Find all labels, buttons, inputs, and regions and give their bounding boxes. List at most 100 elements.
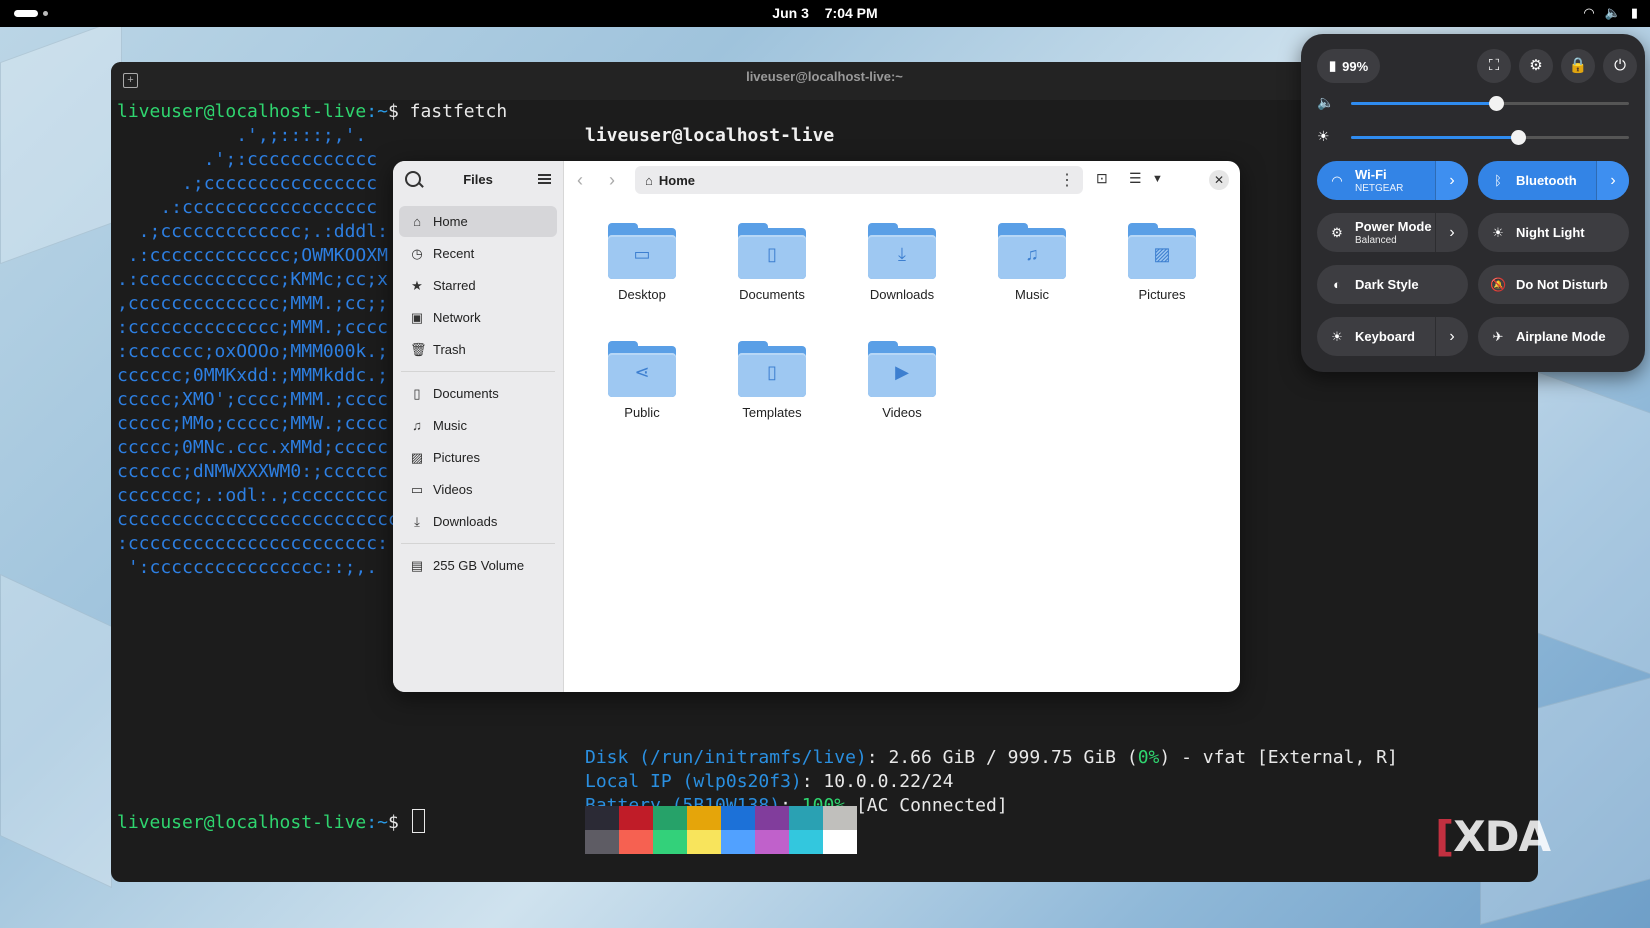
toggle-title: Night Light	[1516, 225, 1585, 240]
sidebar-item-videos[interactable]: ▭ Videos	[399, 474, 557, 505]
folder-item-public[interactable]: ⋖ Public	[577, 329, 707, 447]
color-swatch	[789, 830, 823, 854]
toggle-title: Wi-Fi	[1355, 167, 1387, 182]
color-swatch	[585, 806, 619, 830]
toggle-airplane-mode[interactable]: ✈ Airplane Mode	[1478, 317, 1629, 356]
xda-watermark-logo: [XDA	[1435, 812, 1551, 861]
folder-item-pictures[interactable]: ▨ Pictures	[1097, 211, 1227, 329]
chevron-down-icon[interactable]: ▼	[1152, 173, 1163, 185]
path-bar[interactable]: ⌂ Home ⋮	[635, 166, 1083, 194]
volume-icon: 🔈	[1604, 5, 1621, 20]
screenshot-button[interactable]: ⛶	[1477, 49, 1511, 83]
drive-icon: ▤	[410, 557, 424, 573]
close-button[interactable]: ✕	[1209, 170, 1229, 190]
sidebar-item-pictures[interactable]: ▨ Pictures	[399, 442, 557, 473]
color-swatch	[755, 830, 789, 854]
color-swatch	[619, 830, 653, 854]
ascii-line: ccccc;0MNc.ccc.xMMd;ccccc	[117, 437, 388, 458]
ascii-line: ,cccccccccccccc;MMM.;cc;;	[117, 293, 388, 314]
toggle-wi-fi[interactable]: ◠ Wi-Fi NETGEAR ›	[1317, 161, 1468, 200]
ascii-line: cccccc;dNMWXXXWM0:;cccccc	[117, 461, 388, 482]
sidebar-item-starred[interactable]: ★ Starred	[399, 270, 557, 301]
clock[interactable]: Jun 3 7:04 PM	[0, 5, 1650, 21]
sidebar-item-label: Network	[433, 310, 481, 325]
sidebar-item-network[interactable]: ▣ Network	[399, 302, 557, 333]
sidebar-item-music[interactable]: ♫ Music	[399, 410, 557, 441]
chevron-right-icon[interactable]: ›	[1435, 161, 1468, 200]
color-swatch	[789, 806, 823, 830]
terminal-prompt-line-current[interactable]: liveuser@localhost-live:~$	[117, 809, 425, 835]
ascii-line: cccccccccccccccccccccccccc	[117, 509, 399, 530]
folder-label: Downloads	[869, 287, 935, 302]
folder-label: Pictures	[1138, 287, 1186, 302]
lock-icon[interactable]: 🔒	[1561, 49, 1595, 83]
color-swatch	[585, 830, 619, 854]
sidebar-item-255-gb-volume[interactable]: ▤ 255 GB Volume	[399, 550, 557, 581]
sidebar-item-label: Documents	[433, 386, 499, 401]
ascii-line: ccccc;MMo;ccccc;MMW.;cccc	[117, 413, 388, 434]
toggle-title: Bluetooth	[1516, 173, 1577, 188]
power-icon[interactable]: ⏻	[1603, 49, 1637, 83]
download-icon: ⤓	[414, 513, 420, 529]
folder-item-downloads[interactable]: ⤓ Downloads	[837, 211, 967, 329]
brightness-slider-knob[interactable]	[1510, 130, 1526, 145]
folder-label: Music	[1015, 287, 1049, 302]
back-button[interactable]: ‹	[577, 170, 583, 191]
volume-icon: 🔈	[1317, 94, 1335, 110]
volume-slider-knob[interactable]	[1488, 96, 1504, 111]
dark-style-icon: ◐	[1333, 277, 1341, 292]
hamburger-menu-icon[interactable]	[538, 174, 551, 184]
files-window[interactable]: Files ⌂ Home ◷ Recent ★ Starred ▣ Network 🗑 Trash…	[393, 161, 1240, 692]
chevron-right-icon[interactable]: ›	[1596, 161, 1629, 200]
folder-label: Desktop	[618, 287, 666, 302]
toggle-power-mode[interactable]: ⚙ Power Mode Balanced ›	[1317, 213, 1468, 252]
folder-item-templates[interactable]: ▯ Templates	[707, 329, 837, 447]
public-folder-icon: ⋖	[608, 341, 676, 397]
templates-folder-icon: ▯	[738, 341, 806, 397]
toggle-dark-style[interactable]: ◐ Dark Style	[1317, 265, 1468, 304]
ascii-line: cccccc;0MMKxdd:;MMMkddc.;	[117, 365, 388, 386]
sidebar-item-downloads[interactable]: ⤓ Downloads	[399, 506, 557, 537]
toggle-do-not-disturb[interactable]: 🔕 Do Not Disturb	[1478, 265, 1629, 304]
new-folder-search-icon[interactable]: ⊡	[1096, 170, 1108, 187]
color-swatch	[687, 830, 721, 854]
folder-item-documents[interactable]: ▯ Documents	[707, 211, 837, 329]
quick-settings-menu: ▮ 99% ⛶ ⚙ 🔒 ⏻ 🔈 ☀ ◠ Wi-Fi NETGEAR › ᛒ Bluetoo…	[1301, 34, 1645, 372]
toggle-night-light[interactable]: ☀ Night Light	[1478, 213, 1629, 252]
sidebar-item-label: Home	[433, 214, 468, 229]
folder-item-desktop[interactable]: ▭ Desktop	[577, 211, 707, 329]
ascii-line: .',;::::;,'.	[117, 125, 367, 146]
sidebar-item-label: Music	[433, 418, 467, 433]
toggle-bluetooth[interactable]: ᛒ Bluetooth ›	[1478, 161, 1629, 200]
battery-button[interactable]: ▮ 99%	[1317, 49, 1381, 83]
folder-grid: ▭ Desktop ▯ Documents ⤓ Downloads ♫ Music ▨ Pictu…	[577, 211, 1227, 447]
home-icon: ⌂	[413, 214, 421, 229]
info-line: Disk (/run/initramfs/live): 2.66 GiB / 9…	[585, 747, 1398, 768]
sidebar-item-label: Trash	[433, 342, 466, 357]
brightness-slider[interactable]: ☀	[1317, 127, 1629, 147]
wifi-icon: ◠	[1583, 5, 1595, 20]
volume-slider[interactable]: 🔈	[1317, 93, 1629, 113]
toggle-subtitle: Balanced	[1355, 235, 1397, 246]
folder-label: Public	[624, 405, 660, 420]
toggle-title: Dark Style	[1355, 277, 1419, 292]
chevron-right-icon[interactable]: ›	[1435, 317, 1468, 356]
sidebar-item-trash[interactable]: 🗑 Trash	[399, 334, 557, 365]
forward-button[interactable]: ›	[609, 170, 615, 191]
color-swatch	[823, 806, 857, 830]
list-view-icon[interactable]: ☰	[1129, 170, 1142, 187]
chevron-right-icon[interactable]: ›	[1435, 213, 1468, 252]
info-line: Local IP (wlp0s20f3): 10.0.0.22/24	[585, 771, 954, 792]
sidebar-item-recent[interactable]: ◷ Recent	[399, 238, 557, 269]
folder-item-music[interactable]: ♫ Music	[967, 211, 1097, 329]
sidebar-item-home[interactable]: ⌂ Home	[399, 206, 557, 237]
system-status-area[interactable]: ◠ 🔈 ▮	[1583, 5, 1638, 21]
folder-item-videos[interactable]: ▶ Videos	[837, 329, 967, 447]
fastfetch-logo: .',;::::;,'. .';:cccccccccccc .;cccccccc…	[117, 124, 399, 580]
sidebar-item-documents[interactable]: ▯ Documents	[399, 378, 557, 409]
toggle-keyboard[interactable]: ☀ Keyboard ›	[1317, 317, 1468, 356]
settings-gear-icon[interactable]: ⚙	[1519, 49, 1553, 83]
pictures-folder-icon: ▨	[1128, 223, 1196, 279]
sidebar-separator	[401, 543, 555, 544]
kebab-menu-icon[interactable]: ⋮	[1059, 170, 1075, 190]
